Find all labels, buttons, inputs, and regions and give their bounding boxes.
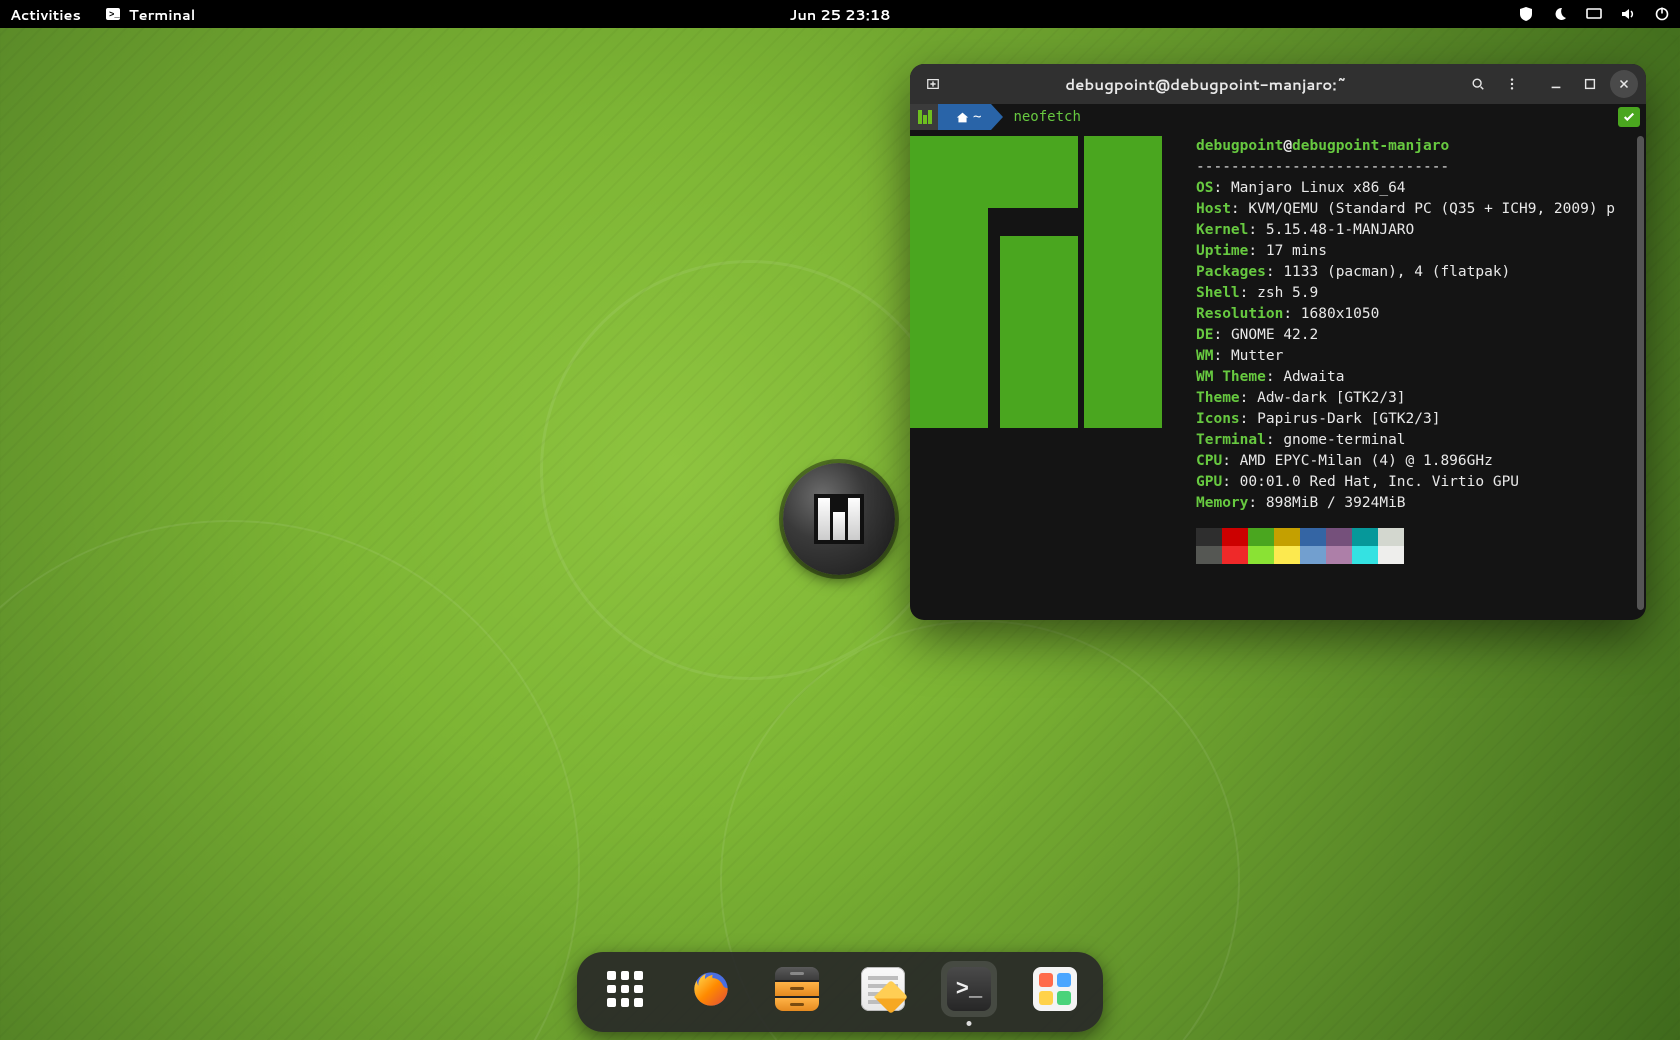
text-editor-icon	[861, 967, 905, 1011]
files-icon	[775, 967, 819, 1011]
neofetch-ascii-logo	[910, 136, 1162, 428]
neofetch-row: Kernel: 5.15.48-1-MANJARO	[1196, 220, 1636, 241]
check-icon	[1623, 111, 1635, 123]
activities-button[interactable]: Activities	[10, 4, 81, 25]
display-icon[interactable]	[1586, 6, 1602, 22]
terminal-output[interactable]: debugpoint@debugpoint-manjaro-----------…	[910, 130, 1646, 620]
volume-icon[interactable]	[1620, 6, 1636, 22]
running-indicator-dot	[967, 1021, 972, 1026]
window-title: debugpoint@debugpoint-manjaro:~	[954, 74, 1458, 95]
dock-firefox[interactable]	[683, 961, 739, 1017]
dock-text-editor[interactable]	[855, 961, 911, 1017]
firefox-icon	[691, 969, 731, 1009]
search-button[interactable]	[1464, 70, 1492, 98]
prompt-bar: ~ neofetch	[910, 104, 1646, 130]
neofetch-row: WM Theme: Adwaita	[1196, 367, 1636, 388]
neofetch-separator: -----------------------------	[1196, 157, 1636, 178]
neofetch-row: Shell: zsh 5.9	[1196, 283, 1636, 304]
neofetch-row: Theme: Adw-dark [GTK2/3]	[1196, 388, 1636, 409]
neofetch-row: WM: Mutter	[1196, 346, 1636, 367]
close-button[interactable]	[1610, 70, 1638, 98]
svg-text:>_: >_	[109, 10, 120, 20]
neofetch-palette	[1196, 528, 1636, 564]
terminal-scrollbar[interactable]	[1637, 136, 1644, 610]
desktop-manjaro-emblem	[783, 463, 895, 575]
neofetch-row: OS: Manjaro Linux x86_64	[1196, 178, 1636, 199]
prompt-command: neofetch	[1013, 109, 1080, 125]
focused-app-label: Terminal	[129, 4, 195, 25]
minimize-button[interactable]	[1542, 70, 1570, 98]
terminal-icon: >_	[947, 967, 991, 1011]
terminal-window: debugpoint@debugpoint-manjaro:~ ~ neofet…	[910, 64, 1646, 620]
neofetch-userhost: debugpoint@debugpoint-manjaro	[1196, 136, 1636, 157]
prompt-path-segment: ~	[938, 104, 991, 130]
neofetch-row: Host: KVM/QEMU (Standard PC (Q35 + ICH9,…	[1196, 199, 1636, 220]
window-headerbar: debugpoint@debugpoint-manjaro:~	[910, 64, 1646, 104]
dock-terminal[interactable]: >_	[941, 961, 997, 1017]
focused-app-indicator[interactable]: >_ Terminal	[105, 4, 195, 25]
dash-dock: >_	[577, 952, 1103, 1032]
neofetch-row: GPU: 00:01.0 Red Hat, Inc. Virtio GPU	[1196, 472, 1636, 493]
night-light-icon[interactable]	[1552, 6, 1568, 22]
neofetch-row: Packages: 1133 (pacman), 4 (flatpak)	[1196, 262, 1636, 283]
manjaro-glyph-icon	[918, 110, 932, 124]
maximize-button[interactable]	[1576, 70, 1604, 98]
dock-show-apps[interactable]	[597, 961, 653, 1017]
prompt-status-ok	[1618, 107, 1640, 127]
neofetch-row: Uptime: 17 mins	[1196, 241, 1636, 262]
neofetch-row: Icons: Papirus-Dark [GTK2/3]	[1196, 409, 1636, 430]
prompt-distro-segment	[910, 104, 938, 130]
hamburger-menu-button[interactable]	[1498, 70, 1526, 98]
terminal-app-icon: >_	[105, 6, 121, 22]
dock-software[interactable]	[1027, 961, 1083, 1017]
app-grid-icon	[607, 971, 643, 1007]
neofetch-row: Terminal: gnome-terminal	[1196, 430, 1636, 451]
neofetch-row: Resolution: 1680x1050	[1196, 304, 1636, 325]
privacy-shield-icon[interactable]	[1518, 6, 1534, 22]
neofetch-row: DE: GNOME 42.2	[1196, 325, 1636, 346]
power-icon[interactable]	[1654, 6, 1670, 22]
neofetch-row: CPU: AMD EPYC-Milan (4) @ 1.896GHz	[1196, 451, 1636, 472]
neofetch-row: Memory: 898MiB / 3924MiB	[1196, 493, 1636, 514]
clock[interactable]: Jun 25 23:18	[790, 4, 891, 25]
dock-files[interactable]	[769, 961, 825, 1017]
software-icon	[1033, 967, 1077, 1011]
gnome-top-bar: Activities >_ Terminal Jun 25 23:18	[0, 0, 1680, 28]
new-tab-button[interactable]	[918, 70, 948, 98]
home-icon	[956, 111, 969, 124]
